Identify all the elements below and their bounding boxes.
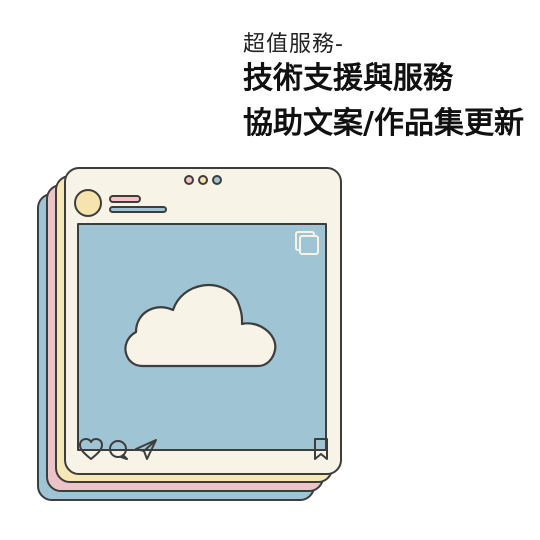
- headline-line-1: 技術支援與服務: [243, 61, 453, 96]
- username-bar: [109, 195, 141, 203]
- caption-bar: [109, 206, 167, 213]
- headline-line-2: 協助文案/作品集更新: [243, 106, 524, 141]
- window-dot-yellow: [198, 175, 208, 185]
- subtitle: 超值服務-: [243, 32, 344, 57]
- window-dot-pink: [184, 175, 194, 185]
- window-dot-blue: [212, 175, 222, 185]
- avatar-icon: [74, 189, 102, 217]
- social-post-illustration: [37, 167, 342, 501]
